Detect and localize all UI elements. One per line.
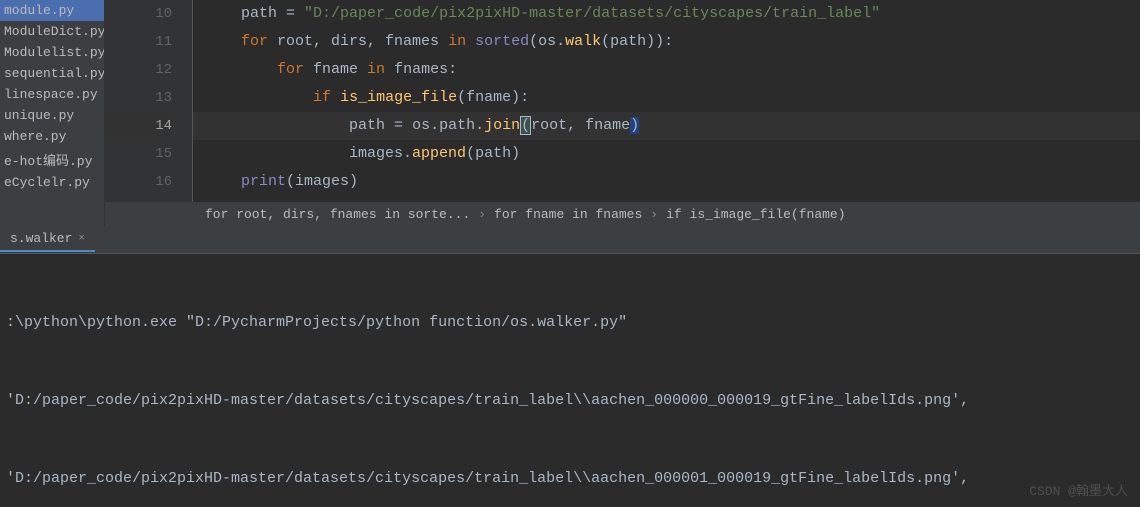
line-number[interactable]: 15 [105,140,172,168]
sidebar-item-file[interactable]: Modulelist.py [0,42,104,63]
line-number[interactable]: 13 [105,84,172,112]
console-output[interactable]: :\python\python.exe "D:/PycharmProjects/… [0,254,1140,507]
code-line[interactable]: print(images) [193,168,1140,196]
console-line: 'D:/paper_code/pix2pixHD-master/datasets… [6,466,1134,492]
breadcrumb: for root, dirs, fnames in sorte... › for… [105,202,1140,226]
close-icon[interactable]: × [78,233,85,245]
sidebar-item-file[interactable]: sequential.py [0,63,104,84]
code-line-current[interactable]: path = os.path.join(root, fname) [193,112,1140,140]
sidebar-item-file[interactable]: unique.py [0,105,104,126]
code-line[interactable]: for root, dirs, fnames in sorted(os.walk… [193,28,1140,56]
editor-area: 10 11 12 13 14 15 16 path = "D:/paper_co… [105,0,1140,226]
sidebar-item-file[interactable]: e-hot编码.py [0,147,104,172]
chevron-right-icon: › [650,207,658,222]
breadcrumb-item[interactable]: if is_image_file(fname) [666,207,845,222]
code-line[interactable]: path = "D:/paper_code/pix2pixHD-master/d… [193,0,1140,28]
code-line[interactable]: for fname in fnames: [193,56,1140,84]
sidebar-item-file[interactable]: eCyclelr.py [0,172,104,193]
line-number[interactable]: 14 [105,112,172,140]
watermark: CSDN @翰墨大人 [1029,480,1128,499]
line-gutter[interactable]: 10 11 12 13 14 15 16 [105,0,193,202]
line-number[interactable]: 11 [105,28,172,56]
sidebar-item-file[interactable]: ModuleDict.py [0,21,104,42]
console-tab-bar: s.walker × [0,226,1140,254]
file-tree-sidebar[interactable]: module.py ModuleDict.py Modulelist.py se… [0,0,105,226]
code-line[interactable]: images.append(path) [193,140,1140,168]
line-number[interactable]: 12 [105,56,172,84]
breadcrumb-item[interactable]: for fname in fnames [494,207,642,222]
chevron-right-icon: › [478,207,486,222]
tab-label: s.walker [10,231,72,246]
console-tab[interactable]: s.walker × [0,227,95,252]
sidebar-item-file[interactable]: module.py [0,0,104,21]
code-editor[interactable]: path = "D:/paper_code/pix2pixHD-master/d… [193,0,1140,202]
line-number[interactable]: 10 [105,0,172,28]
sidebar-item-file[interactable]: linespace.py [0,84,104,105]
breadcrumb-item[interactable]: for root, dirs, fnames in sorte... [205,207,470,222]
console-line: 'D:/paper_code/pix2pixHD-master/datasets… [6,388,1134,414]
console-line: :\python\python.exe "D:/PycharmProjects/… [6,310,1134,336]
code-line[interactable]: if is_image_file(fname): [193,84,1140,112]
sidebar-item-file[interactable]: where.py [0,126,104,147]
line-number[interactable]: 16 [105,168,172,196]
